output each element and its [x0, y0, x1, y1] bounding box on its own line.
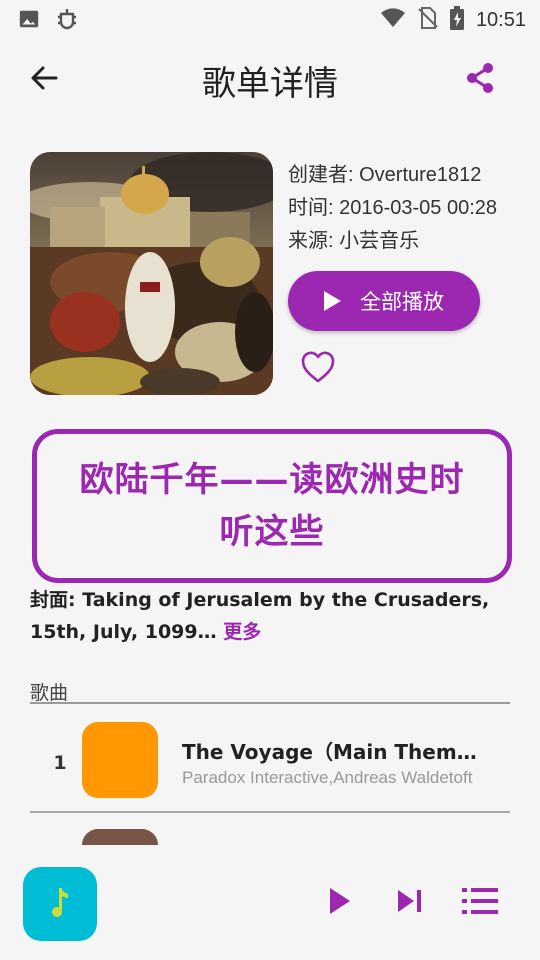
more-link[interactable]: 更多 — [223, 621, 261, 643]
song-thumbnail — [82, 722, 158, 798]
song-index: 1 — [53, 752, 67, 774]
playlist-button[interactable] — [460, 883, 500, 923]
image-icon — [18, 8, 40, 34]
skip-next-icon — [398, 890, 422, 916]
no-sim-icon — [418, 7, 438, 33]
app-bar: 歌单详情 — [0, 44, 540, 116]
wifi-icon — [380, 7, 406, 33]
share-button[interactable] — [460, 60, 500, 100]
cover-description: 封面: Taking of Jerusalem by the Crusaders… — [30, 584, 510, 648]
playlist-title: 欧陆千年——读欧洲史时听这些 — [79, 460, 465, 552]
time-text: 时间: 2016-03-05 00:28 — [288, 197, 498, 219]
now-playing-cover[interactable] — [23, 867, 97, 941]
song-artist: Paradox Interactive,Andreas Waldetoft — [182, 768, 473, 787]
divider — [30, 811, 510, 813]
heart-icon — [300, 351, 336, 388]
creator-text: 创建者: Overture1812 — [288, 164, 482, 186]
bug-icon — [54, 6, 80, 36]
play-icon — [324, 291, 341, 311]
status-time: 10:51 — [475, 8, 526, 31]
share-icon — [465, 62, 495, 98]
playlist-meta: 创建者: Overture1812 时间: 2016-03-05 00:28 来… — [288, 160, 520, 259]
music-note-icon — [48, 886, 72, 922]
favorite-button[interactable] — [300, 350, 336, 384]
status-bar: 10:51 — [0, 0, 540, 36]
page-title: 歌单详情 — [202, 64, 338, 104]
song-row[interactable]: 1 The Voyage（Main Theme）... Paradox Inte… — [30, 704, 510, 812]
song-title: The Voyage（Main Theme）... — [182, 740, 482, 764]
songs-header: 歌曲 — [30, 682, 69, 704]
playlist-title-box: 欧陆千年——读欧洲史时听这些 — [32, 429, 512, 583]
battery-icon — [449, 6, 464, 34]
play-icon — [329, 888, 351, 918]
playlist-icon — [462, 887, 498, 919]
next-button[interactable] — [390, 883, 430, 923]
playlist-cover-image[interactable] — [30, 152, 273, 395]
play-button[interactable] — [320, 883, 360, 923]
source-text: 来源: 小芸音乐 — [288, 230, 420, 252]
play-all-label: 全部播放 — [360, 290, 444, 314]
play-all-button[interactable]: 全部播放 — [288, 271, 480, 331]
mini-player — [0, 845, 540, 960]
